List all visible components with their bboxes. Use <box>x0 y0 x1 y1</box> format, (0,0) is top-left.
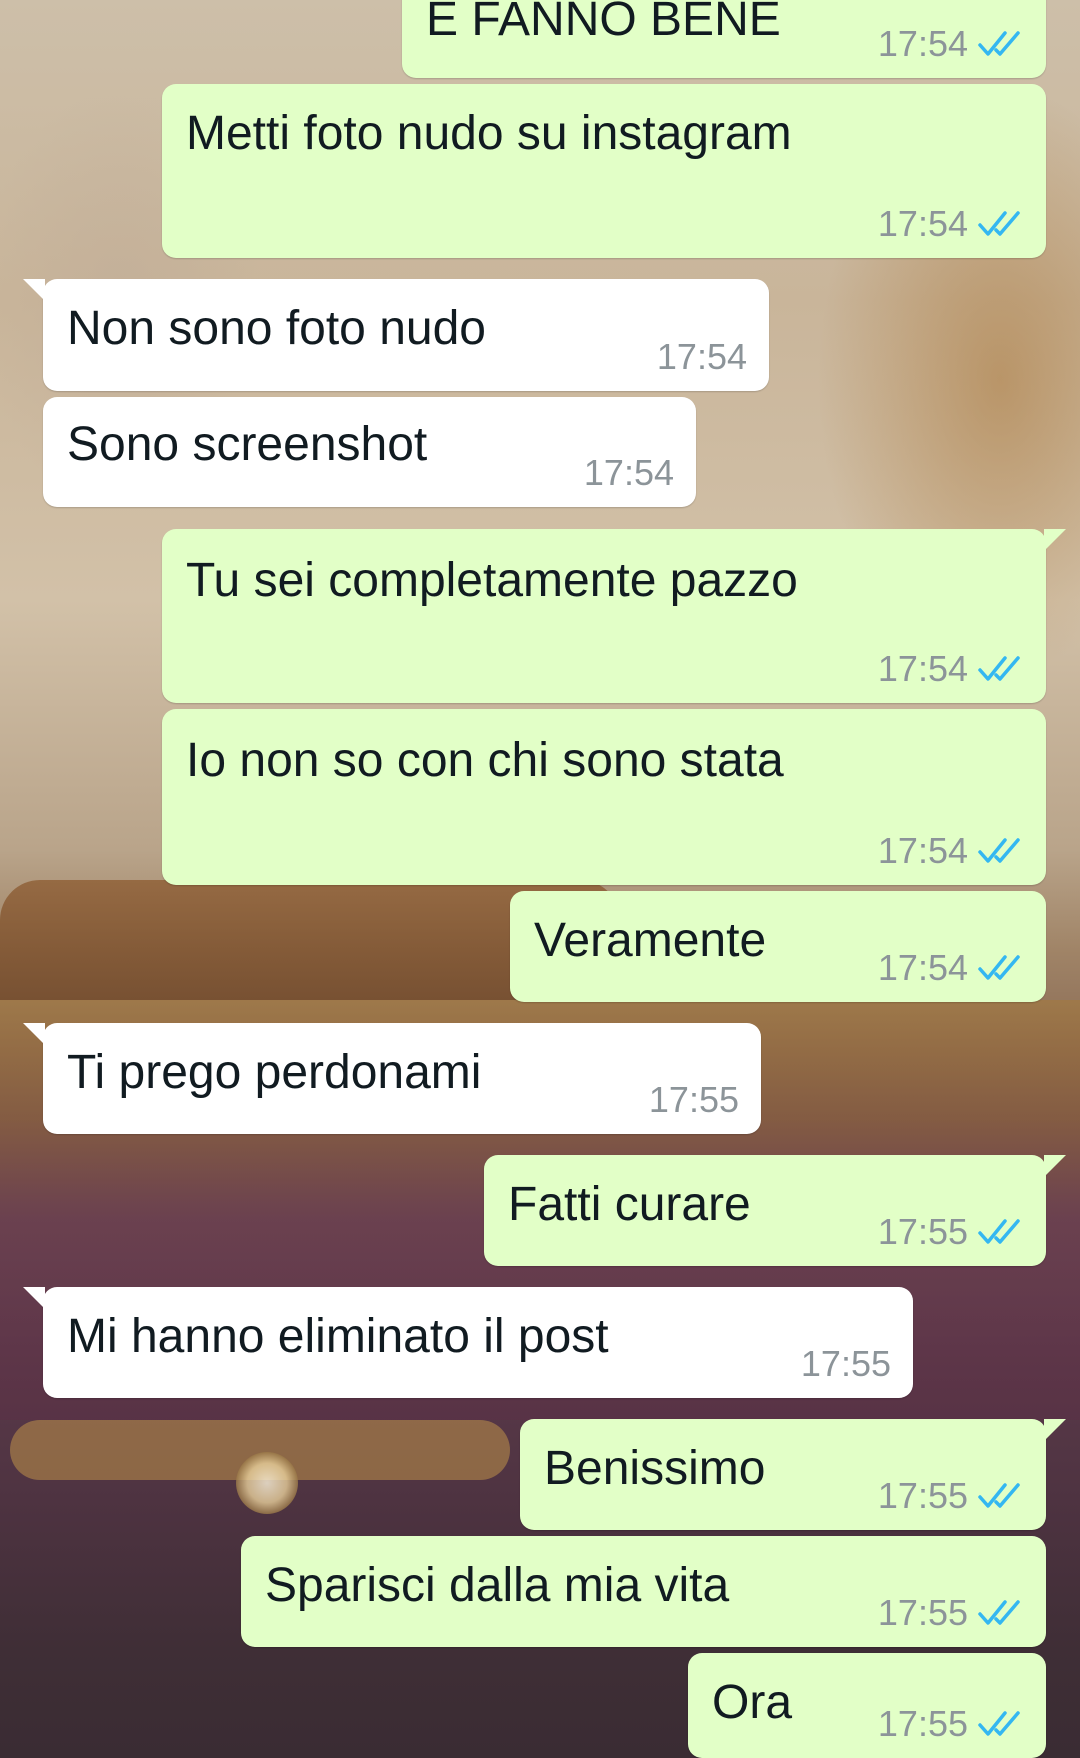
message-outgoing[interactable]: Io non so con chi sono stata 17:54 <box>162 709 1046 885</box>
message-meta: 17:54 <box>878 831 1024 871</box>
message-meta: 17:54 <box>584 453 674 493</box>
message-time: 17:54 <box>656 336 747 377</box>
message-time: 17:54 <box>583 452 674 493</box>
message-time: 17:55 <box>877 1211 968 1252</box>
message-meta: 17:55 <box>878 1704 1024 1744</box>
message-text: Fatti curare <box>508 1178 751 1231</box>
message-text: Ora <box>712 1676 793 1729</box>
message-outgoing[interactable]: E FANNO BENE 17:54 <box>402 0 1046 78</box>
read-ticks-icon <box>978 1219 1020 1244</box>
message-text: Non sono foto nudo <box>67 302 486 355</box>
message-time: 17:55 <box>648 1079 739 1120</box>
message-time: 17:54 <box>877 830 968 871</box>
message-text: Mi hanno eliminato il post <box>67 1310 609 1363</box>
message-time: 17:54 <box>877 203 968 244</box>
read-ticks-icon <box>978 211 1020 236</box>
read-ticks-icon <box>978 955 1020 980</box>
message-meta: 17:55 <box>878 1593 1024 1633</box>
read-ticks-icon <box>978 1711 1020 1736</box>
message-text: E FANNO BENE <box>426 0 781 46</box>
message-time: 17:54 <box>877 23 968 64</box>
message-incoming[interactable]: Sono screenshot 17:54 <box>43 397 696 507</box>
read-ticks-icon <box>978 1483 1020 1508</box>
message-meta: 17:55 <box>801 1344 891 1384</box>
read-ticks-icon <box>978 1600 1020 1625</box>
message-outgoing[interactable]: Fatti curare 17:55 <box>484 1155 1066 1266</box>
message-text: Tu sei completamente pazzo <box>186 554 798 607</box>
message-incoming[interactable]: Non sono foto nudo 17:54 <box>23 279 769 391</box>
message-text: Io non so con chi sono stata <box>186 734 784 787</box>
read-ticks-icon <box>978 838 1020 863</box>
message-meta: 17:55 <box>878 1212 1024 1252</box>
message-time: 17:54 <box>877 947 968 988</box>
message-outgoing[interactable]: Benissimo 17:55 <box>520 1419 1066 1530</box>
message-text: Veramente <box>534 914 767 967</box>
message-text: Benissimo <box>544 1442 766 1495</box>
message-time: 17:55 <box>800 1343 891 1384</box>
message-outgoing[interactable]: Metti foto nudo su instagram 17:54 <box>162 84 1046 258</box>
message-meta: 17:55 <box>878 1476 1024 1516</box>
message-outgoing[interactable]: Ora 17:55 <box>688 1653 1046 1758</box>
message-time: 17:55 <box>877 1475 968 1516</box>
message-meta: 17:54 <box>878 948 1024 988</box>
message-incoming[interactable]: Mi hanno eliminato il post 17:55 <box>23 1287 913 1398</box>
message-time: 17:55 <box>877 1703 968 1744</box>
message-meta: 17:54 <box>878 24 1024 64</box>
message-outgoing[interactable]: Veramente 17:54 <box>510 891 1046 1002</box>
message-meta: 17:54 <box>878 204 1024 244</box>
message-text: Ti prego perdonami <box>67 1046 482 1099</box>
message-incoming[interactable]: Ti prego perdonami 17:55 <box>23 1023 761 1134</box>
message-outgoing[interactable]: Tu sei completamente pazzo 17:54 <box>162 529 1066 703</box>
message-time: 17:55 <box>877 1592 968 1633</box>
read-ticks-icon <box>978 31 1020 56</box>
message-text: Sono screenshot <box>67 418 428 471</box>
message-meta: 17:54 <box>657 337 747 377</box>
message-time: 17:54 <box>877 648 968 689</box>
message-text: Sparisci dalla mia vita <box>265 1559 730 1612</box>
message-meta: 17:55 <box>649 1080 739 1120</box>
chat-message-list[interactable]: E FANNO BENE 17:54 Metti foto nudo su in… <box>0 0 1080 1758</box>
message-text: Metti foto nudo su instagram <box>186 107 792 160</box>
message-meta: 17:54 <box>878 649 1024 689</box>
message-outgoing[interactable]: Sparisci dalla mia vita 17:55 <box>241 1536 1046 1647</box>
read-ticks-icon <box>978 656 1020 681</box>
